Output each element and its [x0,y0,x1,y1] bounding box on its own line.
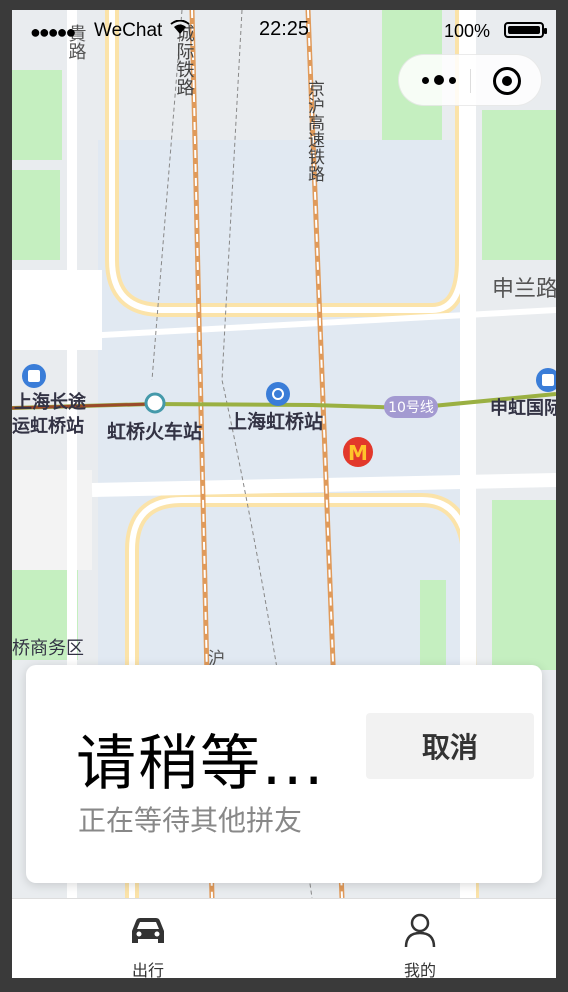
map-label-area: 桥商务区 [12,638,84,659]
waiting-subtitle: 正在等待其他拼友 [78,804,303,837]
tab-label: 我的 [403,961,436,978]
map-label-place[interactable]: 上海长途 [14,391,87,413]
line-10-label: 10号线 [388,400,434,416]
green-area [482,110,556,260]
map-label-road: 申兰路 [492,277,556,302]
green-area [12,70,62,160]
mcdonalds-icon[interactable]: M [343,437,373,467]
waiting-card: 请稍等... 正在等待其他拼友 取消 [26,665,542,883]
green-area [492,500,556,670]
tab-mine[interactable]: 我的 [284,899,556,978]
capsule-divider [470,69,471,93]
map-label-station[interactable]: 虹桥火车站 [107,420,202,443]
target-close-icon[interactable] [493,67,521,95]
train-station-icon[interactable] [266,382,290,406]
status-bar: ●●●●● WeChat 22:25 100% [12,10,556,52]
tab-bar: 出行 我的 [12,898,556,978]
phone-screen: 城际铁路 京沪高速铁路 申兰路 虹桥火车站 上海虹桥站 申虹国际 上海长途 运虹… [12,10,556,978]
battery-percent: 100% [443,21,490,41]
map-label-place[interactable]: 运虹桥站 [12,415,84,437]
tab-trip[interactable]: 出行 [12,899,284,978]
user-icon [404,913,436,948]
svg-text:M: M [348,441,368,465]
green-area [420,580,446,670]
battery-icon [504,22,547,38]
metro-icon[interactable] [144,392,166,414]
tab-label: 出行 [131,961,164,978]
block [12,470,92,570]
map-label-place[interactable]: 申虹国际 [490,397,556,419]
map-label-station[interactable]: 上海虹桥站 [228,410,323,433]
waiting-title: 请稍等... [76,729,326,799]
bus-icon[interactable] [22,364,46,388]
car-icon [132,918,164,943]
mini-program-capsule [398,54,542,106]
green-area [12,170,60,260]
cancel-button[interactable]: 取消 [366,713,534,779]
map-label-railway-2: 京沪高速铁路 [304,80,325,182]
more-dots-icon[interactable] [417,68,461,92]
